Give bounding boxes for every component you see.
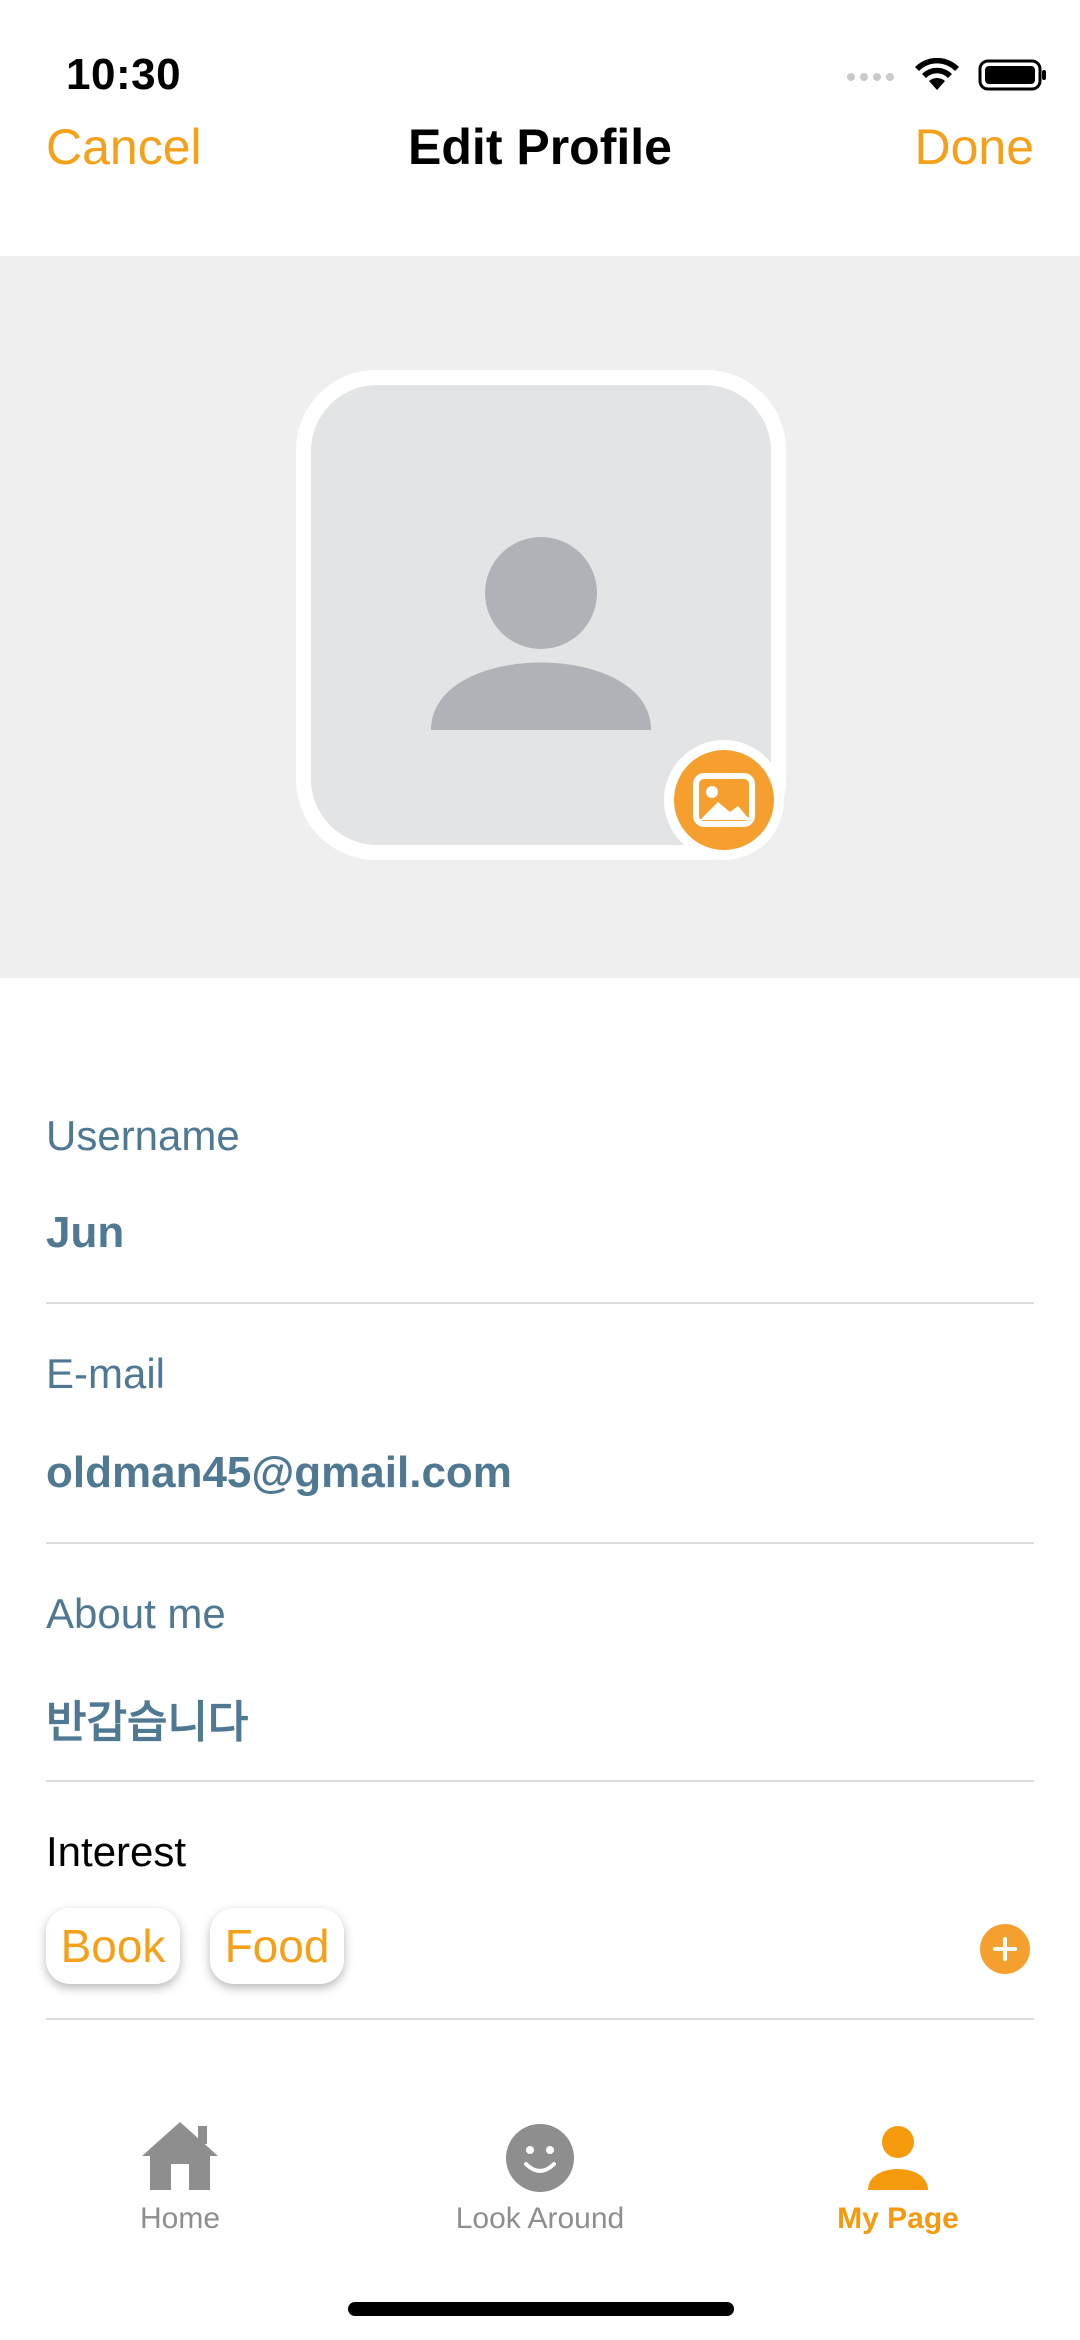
divider xyxy=(46,1780,1034,1782)
email-label: E-mail xyxy=(46,1350,166,1397)
interest-label: Interest xyxy=(46,1828,187,1875)
divider xyxy=(46,1302,1034,1304)
tab-look-around-label: Look Around xyxy=(455,2202,625,2235)
tab-home-label: Home xyxy=(139,2202,221,2235)
wifi-icon xyxy=(915,58,959,90)
username-field[interactable]: Jun xyxy=(46,1208,124,1258)
status-indicators xyxy=(846,58,1048,92)
add-interest-button[interactable] xyxy=(980,1924,1030,1974)
cellular-signal-icon xyxy=(847,73,894,81)
home-indicator xyxy=(348,2302,734,2316)
battery-icon xyxy=(978,59,1046,91)
email-field[interactable]: oldman45@gmail.com xyxy=(46,1448,512,1498)
interest-chip-book[interactable]: Book xyxy=(46,1908,180,1984)
image-icon xyxy=(693,773,755,827)
about-field[interactable]: 반갑습니다 xyxy=(46,1686,248,1750)
status-time: 10:30 xyxy=(66,50,182,99)
person-icon xyxy=(868,2126,928,2190)
divider xyxy=(46,2018,1034,2020)
home-icon xyxy=(142,2122,218,2190)
username-label: Username xyxy=(46,1112,240,1159)
about-label: About me xyxy=(46,1590,226,1637)
divider xyxy=(46,1542,1034,1544)
tab-my-page-label: My Page xyxy=(837,2202,959,2235)
smiley-icon xyxy=(506,2124,574,2192)
done-button[interactable]: Done xyxy=(914,118,1034,176)
plus-circle-icon xyxy=(993,1937,1017,1961)
interest-chip-food[interactable]: Food xyxy=(210,1908,344,1984)
change-photo-button-fill[interactable] xyxy=(674,750,774,850)
